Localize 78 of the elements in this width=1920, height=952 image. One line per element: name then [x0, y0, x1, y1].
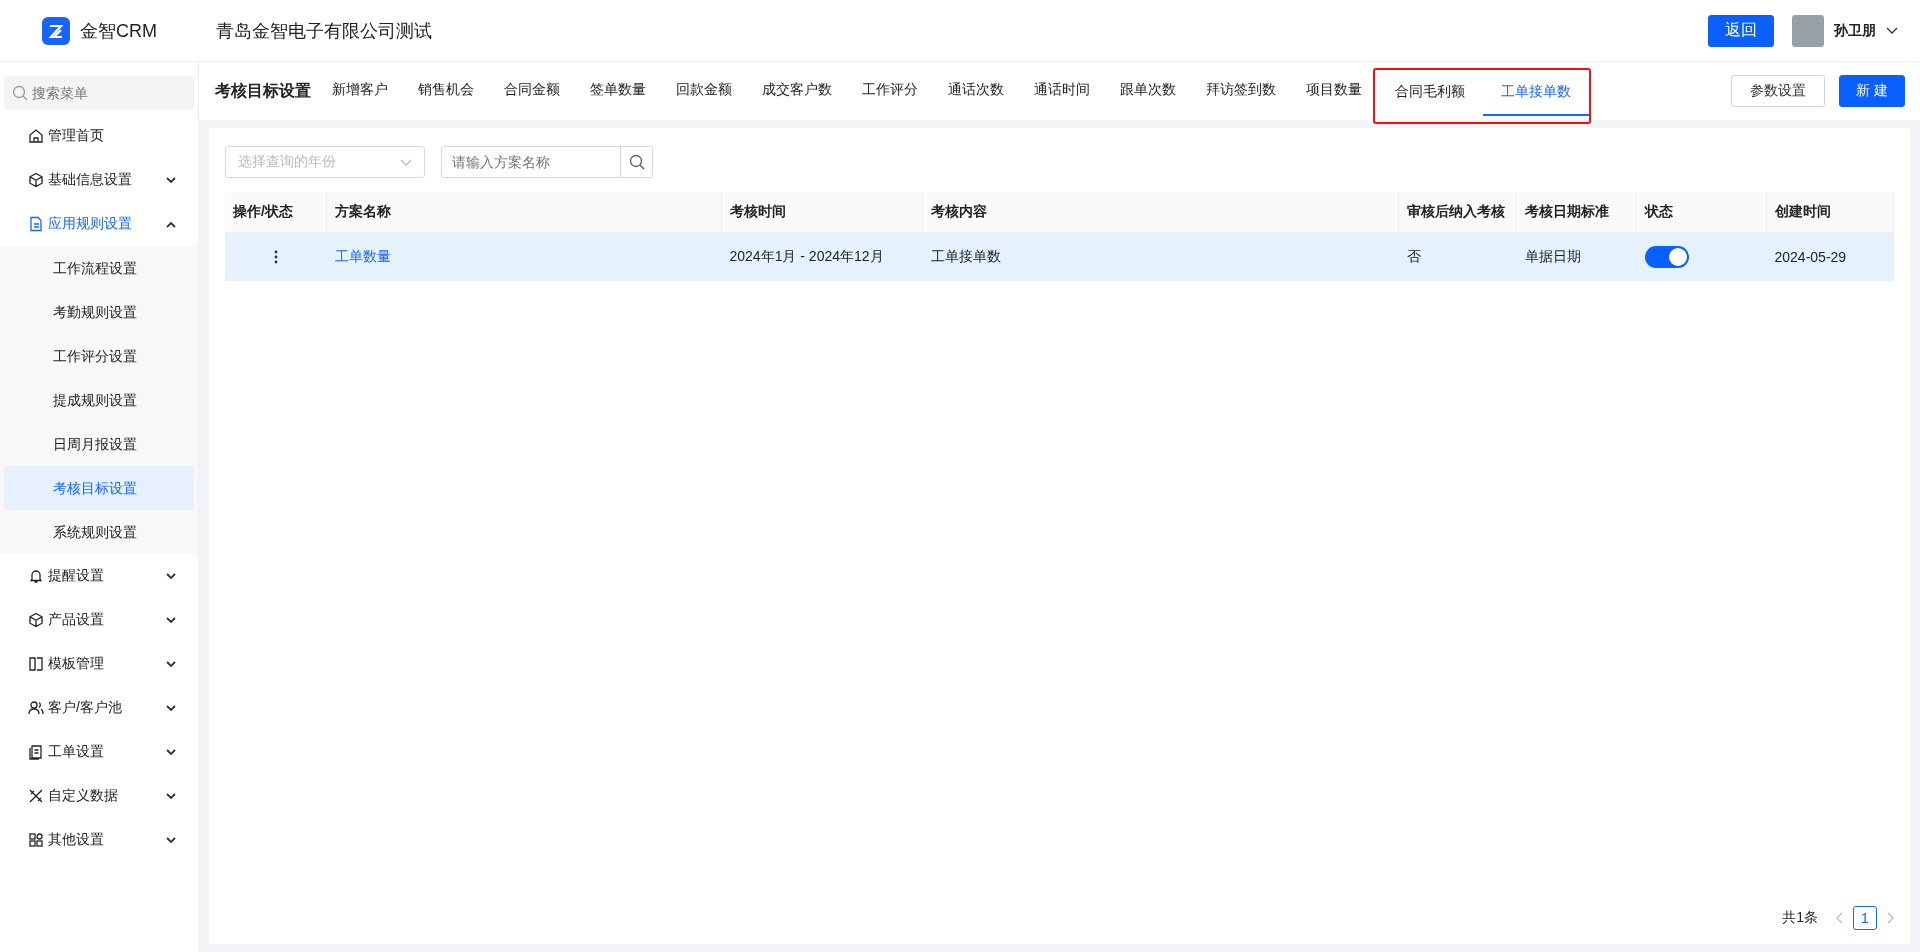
menu-icon: [28, 568, 44, 584]
column-header: 操作/状态: [225, 192, 327, 233]
submenu-item[interactable]: 日周月报设置: [4, 422, 194, 466]
menu-item[interactable]: 模板管理: [0, 642, 198, 686]
menu-icon: [28, 128, 44, 144]
menu-item[interactable]: 自定义数据: [0, 774, 198, 818]
submenu-item[interactable]: 工作流程设置: [4, 246, 194, 290]
tab[interactable]: 工单接单数: [1483, 70, 1589, 116]
column-header: 审核后纳入考核: [1398, 192, 1517, 233]
menu-item[interactable]: 基础信息设置: [0, 158, 198, 202]
company-name: 青岛金智电子有限公司测试: [216, 19, 432, 43]
search-button[interactable]: [621, 146, 653, 178]
column-header: 考核内容: [922, 192, 1399, 233]
search-icon: [12, 85, 28, 101]
tab[interactable]: 合同金额: [489, 62, 575, 120]
user-name[interactable]: 孙卫朋: [1834, 21, 1876, 40]
column-header: 考核日期标准: [1516, 192, 1637, 233]
column-header: 考核时间: [721, 192, 923, 233]
menu-item[interactable]: 应用规则设置: [0, 202, 198, 246]
column-header: 状态: [1636, 192, 1767, 233]
submenu-item[interactable]: 工作评分设置: [4, 334, 194, 378]
back-button[interactable]: 返回: [1708, 14, 1774, 47]
table-cell: 工单接单数: [922, 232, 1399, 281]
submenu-item[interactable]: 考核目标设置: [4, 466, 194, 510]
tab[interactable]: 拜访签到数: [1191, 62, 1291, 120]
menu-icon: [28, 744, 44, 760]
table-cell: 否: [1398, 232, 1517, 281]
submenu-item[interactable]: 提成规则设置: [4, 378, 194, 422]
table-cell: 2024-05-29: [1766, 232, 1894, 281]
menu-item[interactable]: 提醒设置: [0, 554, 198, 598]
tab[interactable]: 跟单次数: [1105, 62, 1191, 120]
more-icon[interactable]: [273, 250, 278, 264]
search-icon: [628, 154, 645, 170]
tab[interactable]: 销售机会: [403, 62, 489, 120]
toggle-switch[interactable]: [1644, 246, 1689, 268]
settings-button[interactable]: 参数设置: [1731, 75, 1826, 107]
tab[interactable]: 项目数量: [1291, 62, 1377, 120]
tab[interactable]: 新增客户: [317, 62, 403, 120]
menu-icon: [28, 172, 44, 188]
chevron-right-icon: [1887, 912, 1894, 924]
menu-item[interactable]: 产品设置: [0, 598, 198, 642]
menu-item[interactable]: 客户/客户池: [0, 686, 198, 730]
page-button[interactable]: 1: [1853, 906, 1877, 930]
table-cell: 2024年1月 - 2024年12月: [721, 232, 923, 281]
plan-name-link[interactable]: 工单数量: [334, 248, 391, 264]
menu-icon: [28, 656, 44, 672]
tab[interactable]: 成交客户数: [747, 62, 847, 120]
tab[interactable]: 通话时间: [1019, 62, 1105, 120]
table-row[interactable]: 工单数量 2024年1月 - 2024年12月 工单接单数 否 单据日期 2024-05-29: [225, 232, 1894, 281]
tab[interactable]: 工作评分: [847, 62, 933, 120]
menu-search-field[interactable]: 搜索菜单: [4, 76, 194, 110]
chevron-left-icon: [1836, 912, 1843, 924]
chevron-down-icon: [1886, 26, 1898, 35]
menu-icon: [28, 612, 44, 628]
logo-text: 金智CRM: [80, 19, 157, 43]
submenu-item[interactable]: 考勤规则设置: [4, 290, 194, 334]
search-input[interactable]: 搜索菜单: [32, 78, 186, 108]
table-cell: 单据日期: [1516, 232, 1637, 281]
column-header: 创建时间: [1766, 192, 1894, 233]
menu-icon: [28, 700, 44, 716]
chevron-down-icon: [400, 158, 412, 166]
column-header: 方案名称: [326, 192, 722, 233]
menu-icon: [28, 788, 44, 804]
submenu-item[interactable]: 系统规则设置: [4, 510, 194, 554]
menu-item[interactable]: 工单设置: [0, 730, 198, 774]
menu-icon: [28, 832, 44, 848]
total-count: 共1条: [1782, 909, 1818, 927]
menu-icon: [28, 216, 44, 232]
tab[interactable]: 合同毛利额: [1377, 70, 1483, 116]
avatar-placeholder: [1792, 14, 1824, 47]
tab[interactable]: 通话次数: [933, 62, 1019, 120]
new-button[interactable]: 新 建: [1839, 75, 1905, 107]
page-title: 考核目标设置: [215, 80, 311, 101]
tab[interactable]: 签单数量: [575, 62, 661, 120]
menu-item[interactable]: 管理首页: [0, 114, 198, 158]
logo-icon: [42, 16, 70, 45]
tab[interactable]: 回款金额: [661, 62, 747, 120]
menu-item[interactable]: 其他设置: [0, 818, 198, 862]
